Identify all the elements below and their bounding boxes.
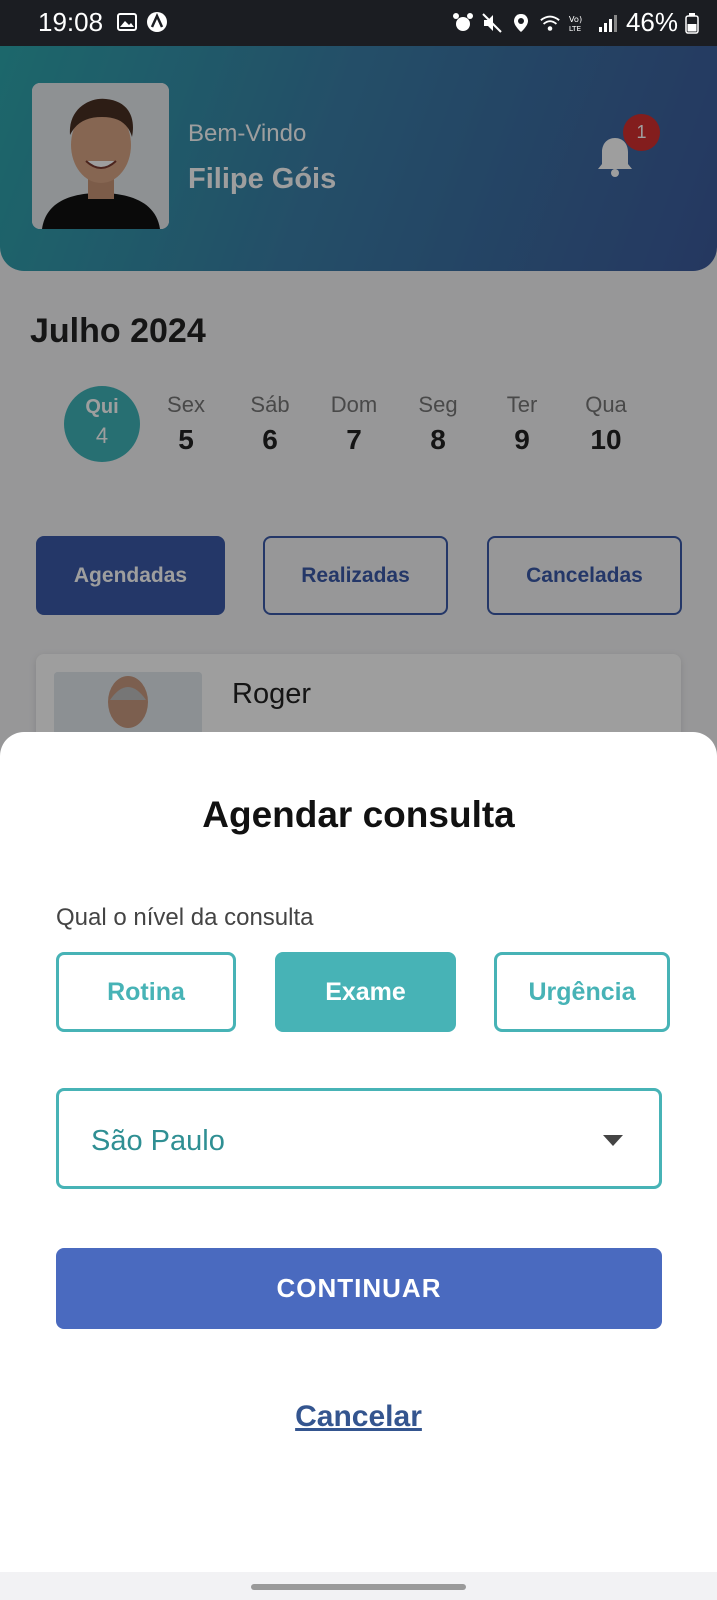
home-handle[interactable] bbox=[251, 1584, 466, 1590]
level-option-exam[interactable]: Exame bbox=[275, 952, 456, 1032]
svg-text:LTE: LTE bbox=[569, 24, 582, 33]
svg-text:Vo): Vo) bbox=[569, 14, 582, 24]
city-select-value: São Paulo bbox=[91, 1125, 225, 1157]
status-bar: 19:08 Vo) LTE 46% bbox=[0, 0, 717, 46]
continue-button[interactable]: CONTINUAR bbox=[56, 1248, 662, 1329]
signal-icon bbox=[598, 14, 617, 32]
wifi-icon bbox=[540, 15, 560, 31]
caret-down-icon bbox=[603, 1135, 623, 1146]
city-select[interactable]: São Paulo bbox=[56, 1088, 662, 1189]
app-a-icon bbox=[147, 12, 167, 32]
sheet-title: Agendar consulta bbox=[202, 794, 515, 835]
alarm-icon bbox=[452, 12, 473, 31]
battery-icon bbox=[685, 12, 699, 34]
cancel-link[interactable]: Cancelar bbox=[0, 1400, 717, 1434]
battery-percent: 46% bbox=[625, 7, 678, 37]
image-icon bbox=[117, 13, 137, 31]
status-time: 19:08 bbox=[38, 7, 104, 37]
location-icon bbox=[513, 13, 528, 32]
level-label: Qual o nível da consulta bbox=[56, 904, 314, 931]
mute-icon bbox=[482, 12, 502, 33]
level-option-routine[interactable]: Rotina bbox=[56, 952, 236, 1032]
schedule-sheet: Agendar consulta Qual o nível da consult… bbox=[0, 732, 717, 1572]
level-option-urgent[interactable]: Urgência bbox=[494, 952, 670, 1032]
gesture-bar bbox=[0, 1572, 717, 1600]
volte-icon: Vo) LTE bbox=[569, 14, 582, 33]
